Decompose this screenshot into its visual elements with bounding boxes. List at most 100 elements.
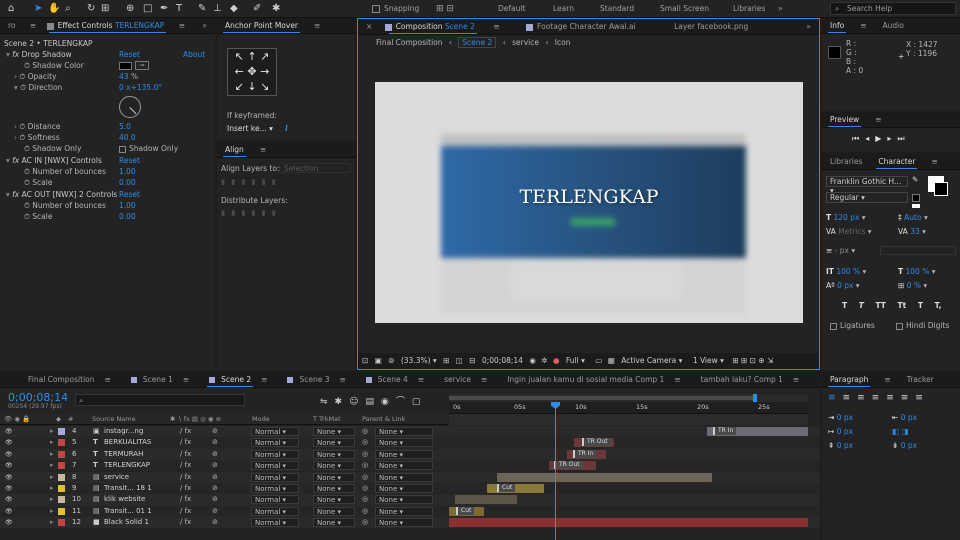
small-caps-button[interactable]: Tt bbox=[898, 301, 907, 310]
ac-in-bounces-value[interactable]: 1.00 bbox=[119, 166, 136, 177]
justify-all-icon[interactable]: ≡ bbox=[915, 393, 930, 403]
pen-tool-icon[interactable]: ✒ bbox=[160, 2, 168, 16]
toggle-pixel-icon[interactable]: ⊞ ⊞ ⊡ ⊕ ⇲ bbox=[732, 356, 773, 365]
leading-field[interactable]: ‡ Auto ▾ bbox=[898, 212, 928, 223]
black-swatch[interactable] bbox=[912, 194, 920, 202]
panel-expand-icon[interactable]: » bbox=[194, 18, 215, 33]
expand-layer-icon[interactable]: ▸ bbox=[50, 494, 54, 505]
work-area-bar[interactable] bbox=[449, 394, 808, 402]
panel-menu-icon[interactable]: ≡ bbox=[175, 18, 189, 33]
tab-audio[interactable]: Audio bbox=[875, 18, 912, 33]
breadcrumb-scene-2[interactable]: Scene 2 bbox=[458, 37, 497, 48]
align-buttons[interactable]: ▮▮▮▮▮▮ bbox=[221, 176, 282, 187]
timeline-tab[interactable]: Ingin jualan kamu di sosial media Comp 1 bbox=[499, 372, 672, 387]
workspace-standard[interactable]: Standard bbox=[600, 2, 634, 16]
timeline-tab[interactable]: Final Composition bbox=[20, 372, 103, 387]
panel-menu-icon[interactable]: ≡ bbox=[306, 18, 328, 33]
layer-label-color[interactable] bbox=[58, 473, 65, 481]
col-source-name[interactable]: Source Name bbox=[92, 414, 136, 425]
baseline-shift-field[interactable]: Aª 0 px ▾ bbox=[826, 280, 860, 291]
faux-bold-button[interactable]: T bbox=[842, 301, 847, 310]
drop-shadow-effect[interactable]: ▾ fx Drop Shadow Reset About bbox=[6, 49, 206, 60]
layer-trkmat-select[interactable]: None ▾ bbox=[313, 495, 355, 505]
fx-icon[interactable]: fx bbox=[12, 156, 19, 165]
timeline-tab-menu-icon[interactable]: ≡ bbox=[479, 372, 489, 387]
softness-value[interactable]: 40.0 bbox=[119, 132, 136, 143]
layer-parent-select[interactable]: None ▾ bbox=[375, 438, 433, 448]
tsume-field[interactable]: ⊞ 0 % ▾ bbox=[898, 280, 927, 291]
hindi-digits-checkbox[interactable]: Hindi Digits bbox=[896, 320, 949, 331]
indent-right-field[interactable]: ⇤ 0 px bbox=[892, 412, 917, 423]
last-frame-icon[interactable]: ⏭ bbox=[897, 134, 910, 143]
timeline-layer-row[interactable]: 👁 ▸ 8 ▤ service ∕ fx ⊘ Normal ▾ None ▾ ◎ None ▾ bbox=[0, 471, 820, 483]
layer-marker[interactable]: TR In bbox=[713, 427, 737, 435]
breadcrumb-icon[interactable]: Icon bbox=[555, 38, 571, 47]
layer-trkmat-select[interactable]: None ▾ bbox=[313, 518, 355, 528]
layer-switches[interactable]: ∕ fx bbox=[180, 437, 191, 448]
expand-layer-icon[interactable]: ▸ bbox=[50, 437, 54, 448]
font-family-select[interactable]: Franklin Gothic H... ▾ bbox=[826, 176, 908, 195]
ac-in-effect[interactable]: ▾ fx AC IN [NWX] Controls Reset bbox=[6, 155, 206, 166]
timeline-tab[interactable]: Scene 1 bbox=[123, 372, 181, 387]
camera-view-select[interactable]: Active Camera ▾ bbox=[621, 356, 682, 365]
anchor-top-right-icon[interactable]: ↗ bbox=[260, 50, 269, 63]
pick-whip-icon[interactable]: ◎ bbox=[362, 449, 368, 460]
layer-switches[interactable]: ∕ fx bbox=[180, 426, 191, 437]
transparency-grid-icon[interactable]: ▦ bbox=[608, 356, 615, 365]
layer-mode-select[interactable]: Normal ▾ bbox=[251, 427, 299, 436]
layer-label-color[interactable] bbox=[58, 507, 65, 515]
layer-mode-select[interactable]: Normal ▾ bbox=[251, 495, 299, 505]
visibility-eye-icon[interactable]: 👁 bbox=[5, 437, 13, 448]
timeline-tab[interactable]: Scene 4 bbox=[358, 372, 416, 387]
ac-out-scale-value[interactable]: 0.00 bbox=[119, 211, 136, 222]
snap-options-icon[interactable]: ⊞ ⊟ bbox=[436, 2, 454, 16]
kerning-field[interactable]: VA Metrics ▾ bbox=[826, 226, 872, 237]
motion-blur-icon[interactable]: ◉ bbox=[381, 397, 396, 407]
timeline-tab-menu-icon[interactable]: ≡ bbox=[672, 372, 682, 387]
comp-mini-flowchart-icon[interactable]: ⇋ bbox=[320, 397, 335, 407]
workspace-libraries[interactable]: Libraries bbox=[733, 2, 765, 16]
show-channel-icon[interactable]: ✲ bbox=[541, 356, 547, 365]
font-style-select[interactable]: Regular ▾ bbox=[826, 192, 908, 203]
timeline-layer-row[interactable]: 👁 ▸ 7 T TERLENGKAP ∕ fx ⊘ Normal ▾ None ▾ ◎ None ▾… bbox=[0, 460, 820, 472]
puppet-tool-icon[interactable]: ✱ bbox=[272, 2, 280, 16]
timeline-tab-menu-icon[interactable]: ≡ bbox=[416, 372, 426, 387]
ac-out-bounces-value[interactable]: 1.00 bbox=[119, 200, 136, 211]
visibility-eye-icon[interactable]: 👁 bbox=[5, 517, 13, 528]
layer-mode-select[interactable]: Normal ▾ bbox=[251, 518, 299, 528]
panel-menu-icon[interactable]: ≡ bbox=[923, 154, 945, 169]
align-right-icon[interactable]: ≡ bbox=[857, 393, 872, 403]
direction-dial[interactable] bbox=[119, 96, 141, 118]
superscript-button[interactable]: T bbox=[918, 301, 923, 310]
timeline-layer-row[interactable]: 👁 ▸ 12 ■ Black Solid 1 ∕ fx ⊘ Normal ▾ None ▾ ◎ No… bbox=[0, 517, 820, 529]
first-line-field[interactable]: ↦ 0 px bbox=[828, 426, 853, 437]
ac-in-scale-value[interactable]: 0.00 bbox=[119, 177, 136, 188]
motion-blur-switch-icon[interactable]: ⊘ bbox=[212, 449, 218, 460]
timeline-search-field[interactable]: ⌕ bbox=[75, 394, 245, 406]
work-area-end-handle[interactable] bbox=[753, 394, 757, 402]
pan-behind-tool-icon[interactable]: ⊕ bbox=[126, 2, 134, 16]
tracking-value[interactable]: 33 bbox=[910, 227, 920, 236]
justify-left-icon[interactable]: ≡ bbox=[872, 393, 887, 403]
always-preview-icon[interactable]: ⊡ bbox=[362, 356, 368, 365]
anchor-bottom-left-icon[interactable]: ↙ bbox=[235, 80, 244, 93]
panel-menu-icon[interactable]: ≡ bbox=[867, 112, 889, 127]
layer-label-color[interactable] bbox=[58, 485, 65, 492]
pick-whip-icon[interactable]: ◎ bbox=[362, 494, 368, 505]
panel-menu-icon[interactable]: ≡ bbox=[876, 372, 898, 387]
layer-trkmat-select[interactable]: None ▾ bbox=[313, 472, 355, 482]
timeline-layer-row[interactable]: 👁 ▸ 9 ▤ Transit... 18 1 ∕ fx ⊘ Normal ▾ None ▾ ◎ N… bbox=[0, 483, 820, 495]
comp-canvas[interactable]: TERLENGKAP bbox=[375, 82, 803, 323]
drop-shadow-reset[interactable]: Reset bbox=[119, 49, 140, 60]
layer-parent-select[interactable]: None ▾ bbox=[375, 461, 433, 471]
font-size-field[interactable]: T 120 px ▾ bbox=[826, 212, 866, 223]
layer-duration-bar[interactable] bbox=[487, 484, 544, 493]
layer-name[interactable]: TERLENGKAP bbox=[104, 460, 150, 471]
layer-name[interactable]: Black Solid 1 bbox=[104, 517, 149, 528]
first-frame-icon[interactable]: ⏮ bbox=[852, 134, 865, 143]
stroke-color-swatch[interactable] bbox=[934, 182, 948, 196]
tab-paragraph[interactable]: Paragraph bbox=[822, 372, 876, 387]
pick-whip-icon[interactable]: ◎ bbox=[362, 483, 368, 494]
space-after-field[interactable]: ⇟ 0 px bbox=[892, 440, 917, 451]
layer-marker[interactable]: Cut bbox=[456, 506, 475, 515]
